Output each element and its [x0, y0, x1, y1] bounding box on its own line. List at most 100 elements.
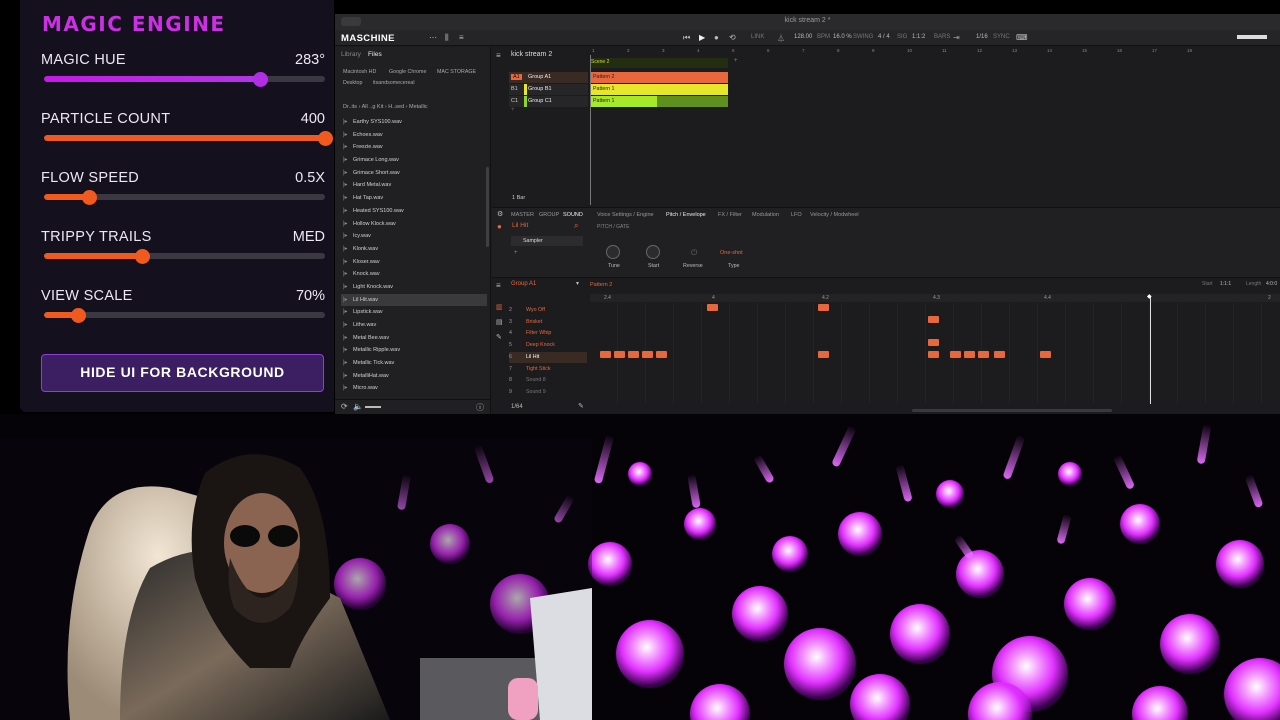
search-icon[interactable]: ⌕	[574, 221, 578, 231]
trippy-trails-slider[interactable]	[44, 253, 325, 259]
add-scene-icon[interactable]: +	[734, 58, 738, 64]
source-link[interactable]: itsandsomecereal	[373, 80, 415, 86]
pattern-selector[interactable]: Pattern 2	[590, 282, 612, 288]
file-item[interactable]: |▸ Light Knock.wav	[341, 281, 487, 294]
slider-thumb[interactable]	[70, 308, 86, 323]
pattern-clip[interactable]: Pattern 1	[591, 84, 728, 95]
loop-icon[interactable]: ⟲	[729, 33, 736, 42]
tab-pitch-envelope[interactable]: Pitch / Envelope	[666, 212, 706, 218]
tab-sound[interactable]: SOUND	[563, 212, 583, 218]
group-selector[interactable]: Group A1	[511, 281, 536, 287]
hide-ui-button[interactable]: HIDE UI FOR BACKGROUND	[41, 354, 324, 392]
refresh-icon[interactable]: ⟳	[341, 402, 348, 411]
file-item[interactable]: |▸ Metallic Tick.wav	[341, 357, 487, 370]
note-block[interactable]	[964, 350, 975, 358]
add-group-icon[interactable]: +	[511, 107, 515, 113]
sound-row[interactable]: 4 Filter Whip	[509, 328, 587, 340]
signature-value[interactable]: 4 / 4	[878, 34, 890, 40]
note-block[interactable]	[818, 350, 829, 358]
note-block[interactable]	[928, 350, 939, 358]
scrollbar[interactable]	[486, 167, 489, 247]
note-block[interactable]	[978, 350, 989, 358]
sound-row[interactable]: 7 Tight Stick	[509, 364, 587, 376]
note-block[interactable]	[928, 315, 939, 323]
pattern-clip[interactable]: Pattern 2	[591, 72, 728, 83]
tempo-value[interactable]: 128.00	[794, 34, 812, 40]
note-grid[interactable]	[590, 303, 1280, 403]
group-row[interactable]: C1 Group C1	[509, 96, 588, 107]
sound-row[interactable]: 5 Deep Knock	[509, 340, 587, 352]
group-row[interactable]: A1 Group A1	[509, 72, 588, 83]
link-toggle[interactable]: LINK	[751, 34, 764, 40]
tab-master[interactable]: MASTER	[511, 212, 534, 218]
file-item[interactable]: |▸ Hollow Klock.wav	[341, 218, 487, 231]
horizontal-scrollbar[interactable]	[912, 409, 1112, 412]
rewind-icon[interactable]: ⏮	[683, 33, 690, 43]
group-row[interactable]: B1 Group B1	[509, 84, 588, 95]
file-item[interactable]: |▸ Lipstick.wav	[341, 306, 487, 319]
note-block[interactable]	[600, 350, 611, 358]
zoom-value[interactable]: 1/64	[511, 404, 523, 410]
info-icon[interactable]: ⓘ	[476, 402, 484, 413]
view-scale-slider[interactable]	[44, 312, 325, 318]
list-icon[interactable]: ≡	[496, 51, 501, 60]
note-block[interactable]	[818, 304, 829, 311]
tab-lfo[interactable]: LFO	[791, 212, 802, 218]
breadcrumb[interactable]: Dr..its › All ..g Kit › H..sed › Metalli…	[343, 104, 428, 110]
follow-icon[interactable]: ⇥	[953, 33, 960, 42]
metronome-icon[interactable]: ⏃	[777, 33, 785, 44]
play-icon[interactable]: ▶	[699, 33, 705, 42]
file-item[interactable]: |▸ Grimace Long.wav	[341, 154, 487, 167]
swing-value[interactable]: 16.0 %	[833, 34, 852, 40]
particle-count-slider[interactable]	[44, 135, 325, 141]
volume-slider[interactable]	[365, 406, 381, 408]
note-block[interactable]	[950, 350, 961, 358]
file-item[interactable]: |▸ Freezie.wav	[341, 141, 487, 154]
file-item[interactable]: |▸ Knock.wav	[341, 268, 487, 281]
tab-fx-filter[interactable]: FX / Filter	[718, 212, 742, 218]
file-item[interactable]: |▸ Metal Bee.wav	[341, 332, 487, 345]
file-item[interactable]: |▸ Earthy SYS100.wav	[341, 116, 487, 129]
source-link[interactable]: Macintosh HD	[343, 69, 376, 75]
slider-thumb[interactable]	[253, 72, 269, 87]
mixer-toggle-icon[interactable]: ≡	[459, 33, 464, 42]
tune-knob[interactable]	[606, 245, 620, 259]
file-item[interactable]: |▸ Hat Tap.wav	[341, 192, 487, 205]
file-item[interactable]: |▸ Icy.wav	[341, 230, 487, 243]
start-value[interactable]: 1:1:1	[1220, 281, 1231, 287]
note-block[interactable]	[642, 350, 653, 358]
sound-row[interactable]: 8 Sound 8	[509, 375, 587, 387]
scene-slot[interactable]	[591, 58, 728, 68]
note-block[interactable]	[928, 339, 939, 347]
piano-roll-icon[interactable]: ▥	[496, 303, 503, 311]
note-block[interactable]	[707, 304, 718, 311]
file-item[interactable]: |▸ Hard Metal.wav	[341, 179, 487, 192]
slider-thumb[interactable]	[81, 190, 97, 205]
file-item[interactable]: |▸ Echoes.wav	[341, 129, 487, 142]
playhead-marker-icon[interactable]: ◆	[1147, 293, 1152, 300]
type-value[interactable]: One-shot	[720, 250, 743, 256]
source-link[interactable]: MAC STORAGE	[437, 69, 476, 75]
note-block[interactable]	[994, 350, 1005, 358]
tab-group[interactable]: GROUP	[539, 212, 559, 218]
slider-thumb[interactable]	[318, 131, 333, 146]
grid-view-icon[interactable]: ▤	[496, 318, 503, 326]
file-item[interactable]: |▸ Lil Hit.wav	[341, 293, 487, 307]
reverse-icon[interactable]: ⏻	[691, 248, 697, 258]
tab-files[interactable]: Files	[368, 51, 382, 58]
magic-hue-slider[interactable]	[44, 76, 325, 82]
file-item[interactable]: |▸ MetalliHat.wav	[341, 370, 487, 383]
speaker-icon[interactable]: 🔈	[353, 402, 363, 411]
section-length[interactable]: 1 Bar	[512, 195, 525, 201]
record-icon[interactable]: ●	[714, 33, 719, 42]
file-item[interactable]: |▸ Klonk.wav	[341, 243, 487, 256]
file-item[interactable]: |▸ Lithe.wav	[341, 319, 487, 332]
keyboard-icon[interactable]: ⌨	[1016, 33, 1028, 42]
pencil-icon[interactable]: ✎	[578, 402, 584, 410]
plugin-slot[interactable]: Sampler	[511, 236, 583, 246]
tab-library[interactable]: Library	[341, 51, 361, 58]
length-value[interactable]: 4:0:0	[1266, 281, 1277, 287]
note-block[interactable]	[1040, 350, 1051, 358]
source-link[interactable]: Google Chrome	[389, 69, 426, 75]
settings-icon[interactable]: ⚙	[497, 210, 503, 218]
